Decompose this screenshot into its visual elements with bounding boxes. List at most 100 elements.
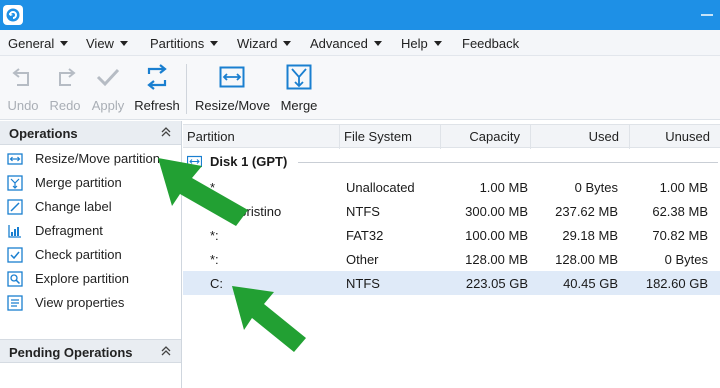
- cell-file-system: Unallocated: [346, 180, 415, 195]
- annotation-arrow-icon: [232, 286, 306, 352]
- menu-advanced-label: Advanced: [310, 36, 368, 51]
- apply-button[interactable]: Apply: [90, 64, 126, 113]
- op-label: Explore partition: [35, 271, 129, 286]
- minimize-button[interactable]: [700, 8, 714, 22]
- op-label: Change label: [35, 199, 112, 214]
- cell-capacity: 300.00 MB: [465, 204, 528, 219]
- refresh-label: Refresh: [134, 98, 180, 113]
- menu-view[interactable]: View: [86, 36, 128, 52]
- op-label: Merge partition: [35, 175, 122, 190]
- apply-check-icon: [96, 68, 120, 87]
- op-label: View properties: [35, 295, 125, 310]
- pending-operations-title: Pending Operations: [9, 345, 133, 360]
- op-label: Check partition: [35, 247, 122, 262]
- chevron-down-icon: [283, 41, 292, 46]
- cell-capacity: 128.00 MB: [465, 252, 528, 267]
- cell-capacity: 1.00 MB: [479, 180, 528, 195]
- column-header-used[interactable]: Used: [531, 125, 630, 149]
- chevron-down-icon: [60, 41, 69, 46]
- table-header: Partition File System Capacity Used Unus…: [183, 124, 720, 149]
- cell-unused: 0 Bytes: [664, 252, 708, 267]
- toolbar-divider: [186, 64, 187, 114]
- undo-icon: [12, 68, 29, 86]
- menu-partitions-label: Partitions: [150, 36, 205, 51]
- menu-view-label: View: [86, 36, 114, 51]
- cell-file-system: Other: [346, 252, 379, 267]
- cell-unused: 1.00 MB: [659, 180, 708, 195]
- column-header-partition[interactable]: Partition: [183, 125, 340, 149]
- cell-partition: *:: [210, 252, 219, 267]
- column-header-unused[interactable]: Unused: [630, 125, 720, 149]
- menu-wizard[interactable]: Wizard: [237, 36, 292, 52]
- resize-move-button[interactable]: Resize/Move: [195, 64, 271, 113]
- table-row[interactable]: Ripristino NTFS 300.00 MB 237.62 MB 62.3…: [183, 199, 720, 223]
- operations-header[interactable]: Operations: [0, 121, 181, 145]
- menu-feedback-label: Feedback: [462, 36, 520, 51]
- op-explore-partition[interactable]: Explore partition: [0, 267, 181, 291]
- cell-unused: 182.60 GB: [645, 276, 708, 291]
- table-row[interactable]: *: Other 128.00 MB 128.00 MB 0 Bytes: [183, 247, 720, 271]
- menu-partitions[interactable]: Partitions: [150, 36, 219, 52]
- menu-general-label: General: [8, 36, 55, 51]
- table-row[interactable]: * Unallocated 1.00 MB 0 Bytes 1.00 MB: [183, 175, 720, 199]
- op-check-partition[interactable]: Check partition: [0, 243, 181, 267]
- resize-move-icon: [219, 66, 245, 88]
- undo-button[interactable]: Undo: [6, 64, 40, 113]
- merge-label: Merge: [280, 98, 318, 113]
- cell-used: 29.18 MB: [562, 228, 618, 243]
- refresh-icon: [147, 64, 167, 90]
- menu-advanced[interactable]: Advanced: [310, 36, 382, 52]
- collapse-icon[interactable]: [161, 126, 171, 138]
- table-row[interactable]: *: FAT32 100.00 MB 29.18 MB 70.82 MB: [183, 223, 720, 247]
- menu-help-label: Help: [401, 36, 428, 51]
- resize-move-label: Resize/Move: [195, 98, 271, 113]
- defragment-icon: [8, 225, 21, 238]
- menu-general[interactable]: General: [8, 36, 69, 52]
- cell-capacity: 223.05 GB: [465, 276, 528, 291]
- collapse-icon[interactable]: [161, 345, 171, 357]
- title-bar: [0, 0, 720, 30]
- cell-file-system: NTFS: [346, 276, 380, 291]
- cell-unused: 70.82 MB: [652, 228, 708, 243]
- app-logo-icon: [3, 5, 23, 25]
- cell-used: 128.00 MB: [555, 252, 618, 267]
- resize-move-icon: [7, 153, 23, 165]
- apply-label: Apply: [91, 98, 125, 113]
- chevron-down-icon: [210, 41, 219, 46]
- properties-icon: [7, 295, 23, 311]
- menu-help[interactable]: Help: [401, 36, 442, 52]
- op-label: Defragment: [35, 223, 103, 238]
- explore-icon: [7, 271, 23, 287]
- refresh-button[interactable]: Refresh: [134, 64, 180, 113]
- menu-wizard-label: Wizard: [237, 36, 278, 51]
- disk-row[interactable]: Disk 1 (GPT): [183, 151, 720, 173]
- toolbar: Undo Redo Apply Refresh Resize/Move Merg…: [0, 56, 720, 120]
- column-header-capacity[interactable]: Capacity: [441, 125, 531, 149]
- operations-title: Operations: [9, 126, 78, 141]
- cell-used: 40.45 GB: [563, 276, 618, 291]
- cell-unused: 62.38 MB: [652, 204, 708, 219]
- redo-label: Redo: [49, 98, 81, 113]
- op-label: Resize/Move partition: [35, 151, 160, 166]
- menu-bar: General View Partitions Wizard Advanced …: [0, 30, 720, 56]
- cell-used: 237.62 MB: [555, 204, 618, 219]
- merge-button[interactable]: Merge: [279, 64, 319, 113]
- redo-icon: [59, 68, 76, 86]
- merge-icon: [286, 64, 312, 90]
- cell-file-system: NTFS: [346, 204, 380, 219]
- cell-partition: C:: [210, 276, 223, 291]
- redo-button[interactable]: Redo: [48, 64, 82, 113]
- menu-feedback[interactable]: Feedback: [462, 36, 519, 52]
- cell-capacity: 100.00 MB: [465, 228, 528, 243]
- chevron-down-icon: [119, 41, 128, 46]
- op-view-properties[interactable]: View properties: [0, 291, 181, 315]
- cell-used: 0 Bytes: [574, 180, 618, 195]
- column-header-file-system[interactable]: File System: [340, 125, 441, 149]
- cell-file-system: FAT32: [346, 228, 384, 243]
- chevron-down-icon: [373, 41, 382, 46]
- chevron-down-icon: [433, 41, 442, 46]
- merge-icon: [7, 175, 23, 191]
- edit-label-icon: [7, 199, 23, 215]
- disk-divider: [298, 162, 718, 163]
- pending-operations-header[interactable]: Pending Operations: [0, 339, 181, 363]
